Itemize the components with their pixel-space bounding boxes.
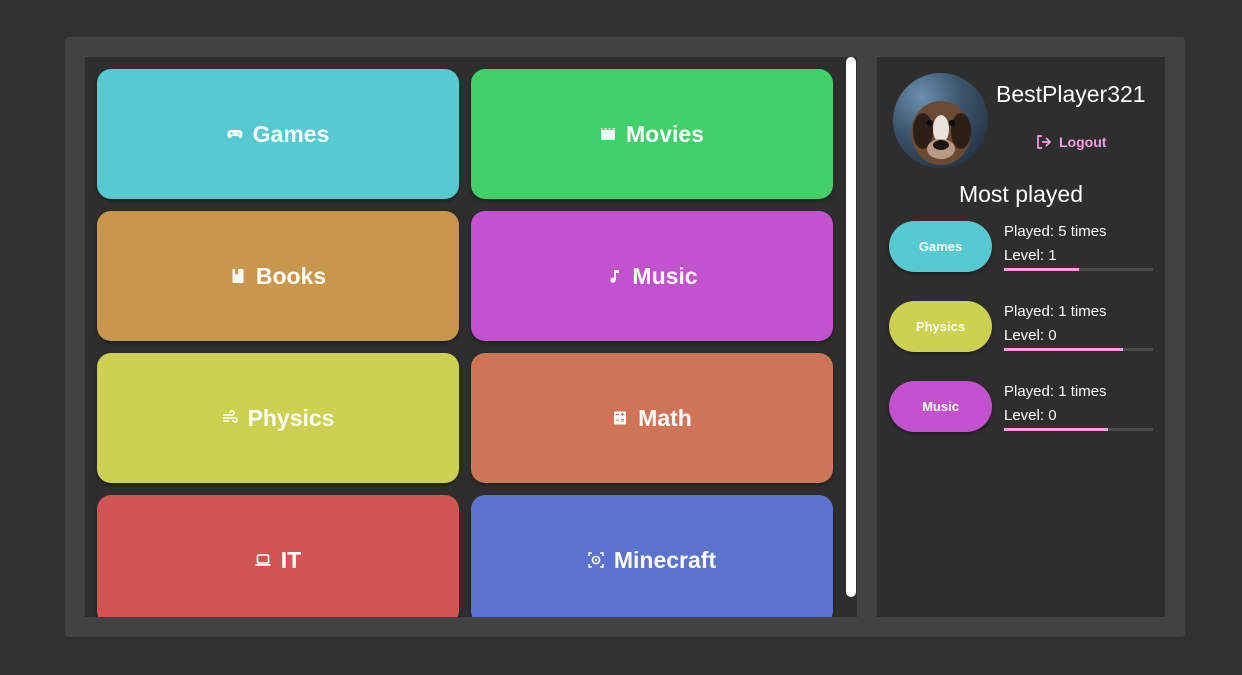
category-tile-minecraft[interactable]: Minecraft [471, 495, 833, 617]
profile-panel: BestPlayer321 Logout Most played Games P… [877, 57, 1165, 617]
played-count: Played: 1 times [1004, 383, 1107, 400]
category-tile-it[interactable]: IT [97, 495, 459, 617]
category-label: Books [255, 262, 327, 289]
laptop-icon [255, 552, 271, 568]
level-progress-fill [1004, 348, 1124, 351]
category-tile-math[interactable]: Math [471, 353, 833, 483]
most-played-item: Games Played: 5 times Level: 1 [889, 221, 1157, 301]
level-progress-bar [1004, 268, 1153, 271]
most-played-category-button[interactable]: Physics [889, 301, 992, 352]
clapperboard-icon [600, 126, 616, 142]
level-progress-fill [1004, 428, 1109, 431]
music-note-icon [606, 268, 622, 284]
category-panel: Games Movies Books Music Physics Math IT… [85, 57, 857, 617]
category-grid: Games Movies Books Music Physics Math IT… [97, 69, 833, 617]
scrollbar[interactable] [845, 57, 857, 617]
category-tile-music[interactable]: Music [471, 211, 833, 341]
avatar [893, 73, 988, 168]
category-label: Games [252, 120, 330, 147]
level-progress-bar [1004, 428, 1153, 431]
scrollbar-thumb[interactable] [846, 57, 856, 597]
level-value: Level: 0 [1004, 327, 1057, 344]
calculator-icon [612, 410, 628, 426]
played-count: Played: 5 times [1004, 223, 1107, 240]
level-progress-fill [1004, 268, 1079, 271]
category-tile-books[interactable]: Books [97, 211, 459, 341]
level-value: Level: 0 [1004, 407, 1057, 424]
logout-icon [1037, 135, 1051, 149]
category-label: Physics [247, 404, 335, 431]
most-played-item: Music Played: 1 times Level: 0 [889, 381, 1157, 461]
most-played-category-button[interactable]: Games [889, 221, 992, 272]
logout-label: Logout [1059, 134, 1107, 150]
category-label: Minecraft [613, 546, 717, 573]
category-tile-physics[interactable]: Physics [97, 353, 459, 483]
category-tile-games[interactable]: Games [97, 69, 459, 199]
username: BestPlayer321 [996, 81, 1146, 107]
level-value: Level: 1 [1004, 247, 1057, 264]
category-label: IT [280, 546, 302, 573]
book-icon [230, 268, 246, 284]
gamepad-icon [227, 126, 243, 142]
most-played-list: Games Played: 5 times Level: 1 Physics P… [889, 221, 1157, 461]
wind-icon [222, 410, 238, 426]
category-label: Math [638, 404, 692, 431]
most-played-category-button[interactable]: Music [889, 381, 992, 432]
logout-button[interactable]: Logout [1035, 133, 1106, 151]
played-count: Played: 1 times [1004, 303, 1107, 320]
minecraft-icon [588, 552, 604, 568]
category-label: Music [632, 262, 698, 289]
most-played-title: Most played [958, 181, 1083, 207]
level-progress-bar [1004, 348, 1153, 351]
category-label: Movies [626, 120, 704, 147]
most-played-item: Physics Played: 1 times Level: 0 [889, 301, 1157, 381]
category-tile-movies[interactable]: Movies [471, 69, 833, 199]
